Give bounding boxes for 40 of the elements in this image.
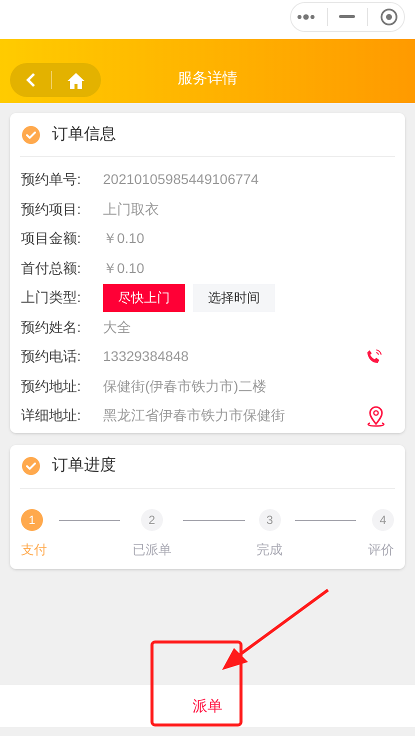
field-label: 预约地址:: [21, 376, 82, 396]
field-value: ￥0.10: [103, 229, 144, 248]
step-label: 支付: [21, 540, 47, 558]
step-number: 4: [372, 508, 394, 530]
back-icon[interactable]: [26, 72, 36, 88]
page-title: 服务详情: [178, 68, 238, 88]
field-value: 大全: [103, 318, 131, 337]
field-label: 首付总额:: [21, 258, 82, 278]
field-value: 保健街(伊春市铁力市)二楼: [103, 376, 266, 396]
step-label: 评价: [368, 540, 394, 558]
visit-type-option[interactable]: 尽快上门: [103, 284, 185, 312]
dispatch-button[interactable]: 派单: [192, 696, 222, 718]
field-value: 黑龙江省伊春市铁力市保健街: [103, 406, 285, 426]
field-label: 详细地址:: [21, 406, 82, 426]
card-title: 订单信息: [52, 124, 116, 144]
close-icon[interactable]: [380, 8, 398, 26]
check-circle-icon: [22, 457, 40, 475]
field-value: ￥0.10: [103, 258, 144, 278]
field-value: 上门取衣: [103, 200, 159, 219]
card-title: 订单进度: [52, 456, 116, 476]
step-label: 完成: [256, 540, 283, 558]
visit-type-option[interactable]: 选择时间: [193, 284, 275, 312]
check-circle-icon: [22, 126, 40, 144]
minimize-icon[interactable]: [339, 15, 356, 19]
step-number: 2: [140, 508, 163, 530]
phone-icon[interactable]: [365, 348, 383, 366]
field-label: 上门类型:: [21, 288, 82, 308]
field-label: 项目金额:: [21, 229, 82, 248]
location-pin-icon[interactable]: [365, 404, 387, 428]
step-number: 1: [21, 508, 43, 530]
home-icon[interactable]: [67, 72, 86, 88]
field-label: 预约项目:: [21, 200, 82, 219]
step-label: 已派单: [132, 540, 172, 558]
field-label: 预约单号:: [21, 170, 82, 190]
field-label: 预约姓名:: [21, 318, 82, 337]
more-icon[interactable]: [296, 14, 315, 20]
field-value: 20210105985449106774: [103, 170, 259, 190]
field-label: 预约电话:: [21, 347, 82, 366]
step-number: 3: [258, 508, 281, 530]
field-value: 13329384848: [103, 347, 189, 366]
